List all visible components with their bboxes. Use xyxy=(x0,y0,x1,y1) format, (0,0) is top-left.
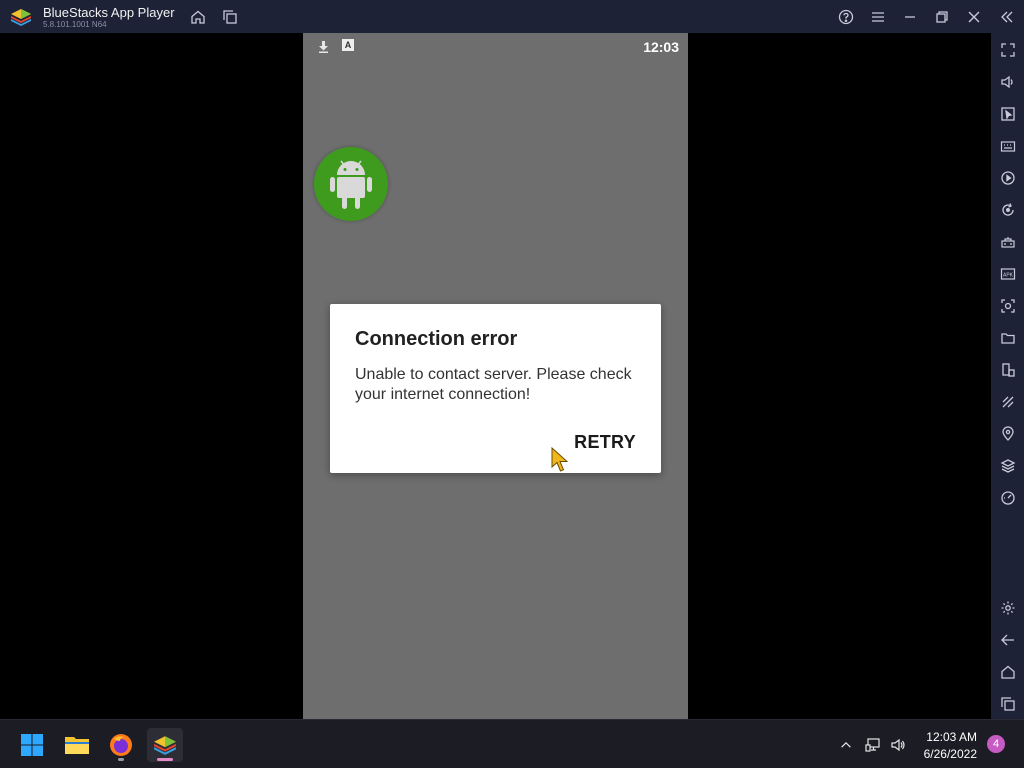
home-icon[interactable] xyxy=(189,8,207,26)
fullscreen-icon[interactable] xyxy=(999,41,1016,58)
close-icon[interactable] xyxy=(965,8,983,26)
volume-icon[interactable] xyxy=(999,73,1016,90)
app-version: 5.8.101.1001 N64 xyxy=(43,20,107,29)
svg-text:APK: APK xyxy=(1002,272,1013,278)
file-explorer-icon[interactable] xyxy=(59,728,95,762)
notification-badge[interactable]: 4 xyxy=(987,735,1005,753)
speaker-icon[interactable] xyxy=(889,736,907,754)
retry-button[interactable]: RETRY xyxy=(574,432,636,453)
keyboard-status-icon: A xyxy=(342,39,354,51)
android-screen[interactable]: A 12:03 Connection error Unable to conta… xyxy=(303,33,688,719)
rotate-icon[interactable] xyxy=(999,201,1016,218)
apk-install-icon[interactable]: APK xyxy=(999,265,1016,282)
connection-error-dialog: Connection error Unable to contact serve… xyxy=(330,304,661,473)
keyboard-icon[interactable] xyxy=(999,137,1016,154)
location-icon[interactable] xyxy=(999,425,1016,442)
start-windows-icon[interactable] xyxy=(14,728,50,762)
settings-icon[interactable] xyxy=(999,599,1016,616)
window-title: BlueStacks App Player xyxy=(43,5,175,20)
mouse-cursor-icon xyxy=(551,446,571,473)
help-icon[interactable] xyxy=(837,8,855,26)
game-controls-icon[interactable] xyxy=(999,233,1016,250)
minimize-icon[interactable] xyxy=(901,8,919,26)
layers-icon[interactable] xyxy=(999,457,1016,474)
taskbar-clock-time[interactable]: 12:03 AM xyxy=(926,730,977,744)
android-status-bar: A 12:03 xyxy=(303,33,688,59)
multi-instance-icon[interactable] xyxy=(221,8,239,26)
download-status-icon xyxy=(318,40,329,53)
back-icon[interactable] xyxy=(999,631,1016,648)
network-icon[interactable] xyxy=(864,736,882,754)
windows-taskbar: 12:03 AM 6/26/2022 xyxy=(0,719,1024,768)
folder-icon[interactable] xyxy=(999,329,1016,346)
taskbar-clock-date[interactable]: 6/26/2022 xyxy=(924,747,977,761)
android-clock: 12:03 xyxy=(643,39,679,55)
bluestacks-taskbar-icon[interactable] xyxy=(147,728,183,762)
menu-icon[interactable] xyxy=(869,8,887,26)
macro-play-icon[interactable] xyxy=(999,169,1016,186)
performance-icon[interactable] xyxy=(999,489,1016,506)
android-app-icon[interactable] xyxy=(314,147,388,221)
show-hidden-icons-chevron-icon[interactable] xyxy=(837,736,855,754)
pointer-icon[interactable] xyxy=(999,105,1016,122)
bluestacks-logo-icon xyxy=(10,7,32,27)
restore-icon[interactable] xyxy=(933,8,951,26)
multi-screen-icon[interactable] xyxy=(999,361,1016,378)
android-home-icon[interactable] xyxy=(999,663,1016,680)
recent-apps-icon[interactable] xyxy=(999,695,1016,712)
firefox-icon[interactable] xyxy=(103,728,139,762)
eco-mode-icon[interactable] xyxy=(999,393,1016,410)
right-sidebar: APK xyxy=(991,33,1024,719)
screenshot-icon[interactable] xyxy=(999,297,1016,314)
dialog-message: Unable to contact server. Please check y… xyxy=(355,366,632,403)
collapse-sidebar-icon[interactable] xyxy=(998,8,1016,26)
title-bar: BlueStacks App Player 5.8.101.1001 N64 xyxy=(0,0,1024,33)
dialog-title: Connection error xyxy=(355,328,518,350)
